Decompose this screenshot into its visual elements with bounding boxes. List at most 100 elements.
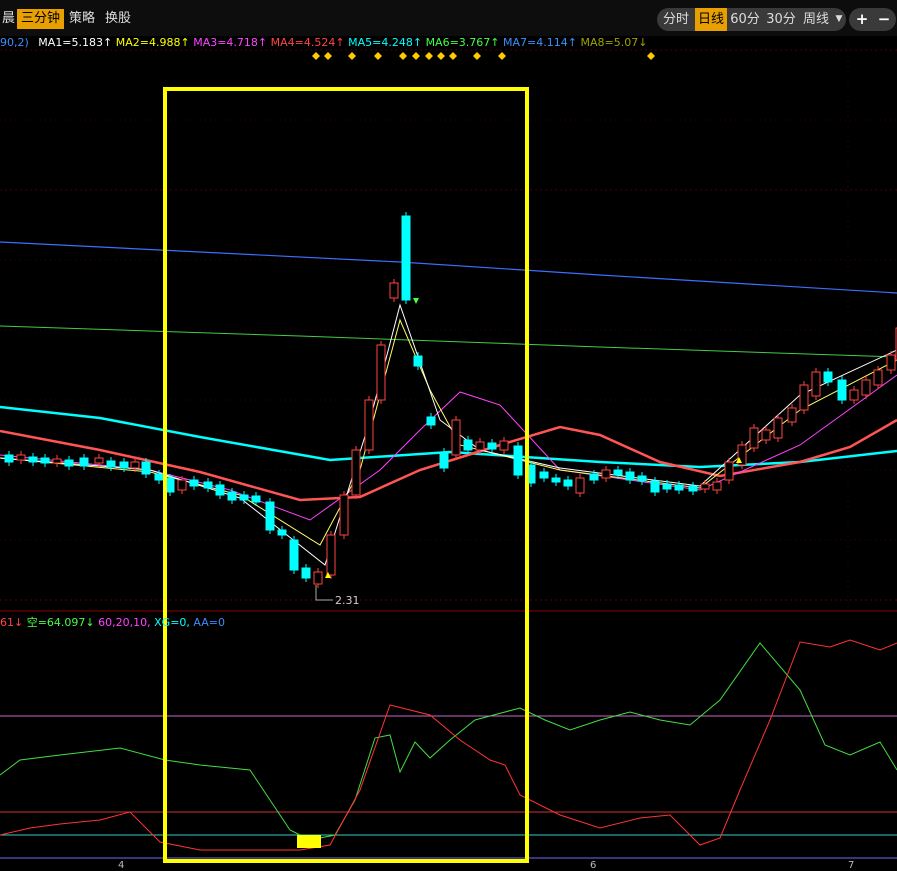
candle-body — [94, 457, 104, 464]
low-price-label: 2.31 — [335, 594, 360, 607]
candlestick-chart[interactable]: 2.31 — [0, 0, 897, 867]
indicator-line-red — [0, 639, 897, 851]
candle-body — [130, 461, 140, 469]
candle-body — [52, 458, 62, 464]
candle-body — [513, 445, 523, 476]
moving-average-lines — [0, 241, 897, 566]
candle-body — [688, 485, 698, 492]
candle-body — [426, 416, 436, 426]
candle-body — [16, 454, 26, 461]
candle-body — [563, 479, 573, 487]
indicator-legend-item: XG=0, — [154, 616, 190, 629]
candle-body — [662, 483, 672, 490]
signal-diamond — [449, 52, 457, 60]
x-axis-label: 6 — [590, 860, 597, 871]
sell-arrow-icon — [413, 298, 419, 304]
candle-body — [141, 461, 151, 475]
signal-diamond — [312, 52, 320, 60]
signal-diamond — [647, 52, 655, 60]
candle-body — [613, 469, 623, 476]
candle-body — [376, 344, 386, 401]
signal-diamond — [498, 52, 506, 60]
candle-body — [637, 475, 647, 482]
candle-body — [499, 440, 509, 451]
candle-body — [749, 427, 759, 449]
indicator-legend-item: 空=64.097↓ — [26, 616, 95, 629]
candle-body — [811, 371, 821, 397]
indicator-panel — [0, 639, 897, 859]
signal-diamond — [473, 52, 481, 60]
candle-body — [724, 461, 734, 481]
signal-diamond — [437, 52, 445, 60]
signal-bar — [297, 835, 321, 848]
candle-body — [589, 473, 599, 481]
candle-body — [40, 457, 50, 464]
candle-body — [773, 417, 783, 439]
signal-diamond — [399, 52, 407, 60]
x-axis-label: 7 — [848, 860, 855, 871]
candle-body — [700, 483, 710, 490]
candle-body — [463, 439, 473, 451]
candle-body — [154, 473, 164, 481]
candle-body — [601, 469, 611, 479]
candle-body — [575, 477, 585, 494]
candle-body — [799, 384, 809, 411]
signal-diamond — [425, 52, 433, 60]
signal-diamond — [374, 52, 382, 60]
candle-body — [787, 407, 797, 423]
candle-body — [886, 354, 896, 371]
candle-body — [539, 471, 549, 479]
chart-grid — [0, 36, 897, 612]
indicator-legend-item: 61↓ — [0, 616, 24, 629]
candle-body — [475, 441, 485, 451]
candle-body — [849, 389, 859, 401]
candle-body — [177, 479, 187, 491]
indicator-legend-item: AA=0 — [193, 616, 225, 629]
candle-body — [413, 355, 423, 367]
candle-body — [364, 399, 374, 451]
candle-body — [4, 454, 14, 463]
indicator-legend: 61↓ 空=64.097↓ 60,20,10, XG=0, AA=0 — [0, 614, 225, 629]
candle-body — [873, 369, 883, 386]
candle-body — [861, 379, 871, 396]
candle-body — [289, 539, 299, 571]
candle-body — [326, 534, 336, 576]
candle-body — [761, 429, 771, 441]
candle-body — [165, 477, 175, 493]
candle-body — [301, 567, 311, 579]
candle-body — [712, 481, 722, 491]
ma-curve — [0, 241, 897, 294]
candle-body — [674, 484, 684, 491]
low-price-leader — [315, 585, 333, 601]
x-axis-label: 4 — [118, 860, 125, 871]
candle-body — [650, 480, 660, 493]
candle-body — [625, 471, 635, 481]
candle-body — [227, 491, 237, 501]
candle-body — [28, 456, 38, 463]
candle-body — [265, 501, 275, 531]
candle-body — [451, 419, 461, 456]
ma-curve — [0, 374, 897, 521]
candle-body — [823, 371, 833, 383]
candle-body — [439, 451, 449, 469]
candle-body — [106, 460, 116, 468]
candle-body — [389, 282, 399, 299]
candle-body — [339, 494, 349, 536]
signal-diamond — [412, 52, 420, 60]
indicator-legend-item: 60,20,10, — [98, 616, 151, 629]
candle-body — [203, 481, 213, 489]
candle-body — [119, 461, 129, 469]
candle-body — [64, 459, 74, 467]
candle-body — [401, 215, 411, 301]
signal-diamond — [324, 52, 332, 60]
candle-body — [79, 457, 89, 467]
highlight-box — [163, 87, 529, 863]
candle-body — [551, 477, 561, 483]
ma-curve — [0, 325, 897, 358]
candle-body — [189, 479, 199, 487]
candle-body — [487, 442, 497, 450]
candle-body — [251, 495, 261, 503]
candle-body — [239, 494, 249, 501]
candle-body — [313, 571, 323, 585]
candle-body — [837, 379, 847, 401]
